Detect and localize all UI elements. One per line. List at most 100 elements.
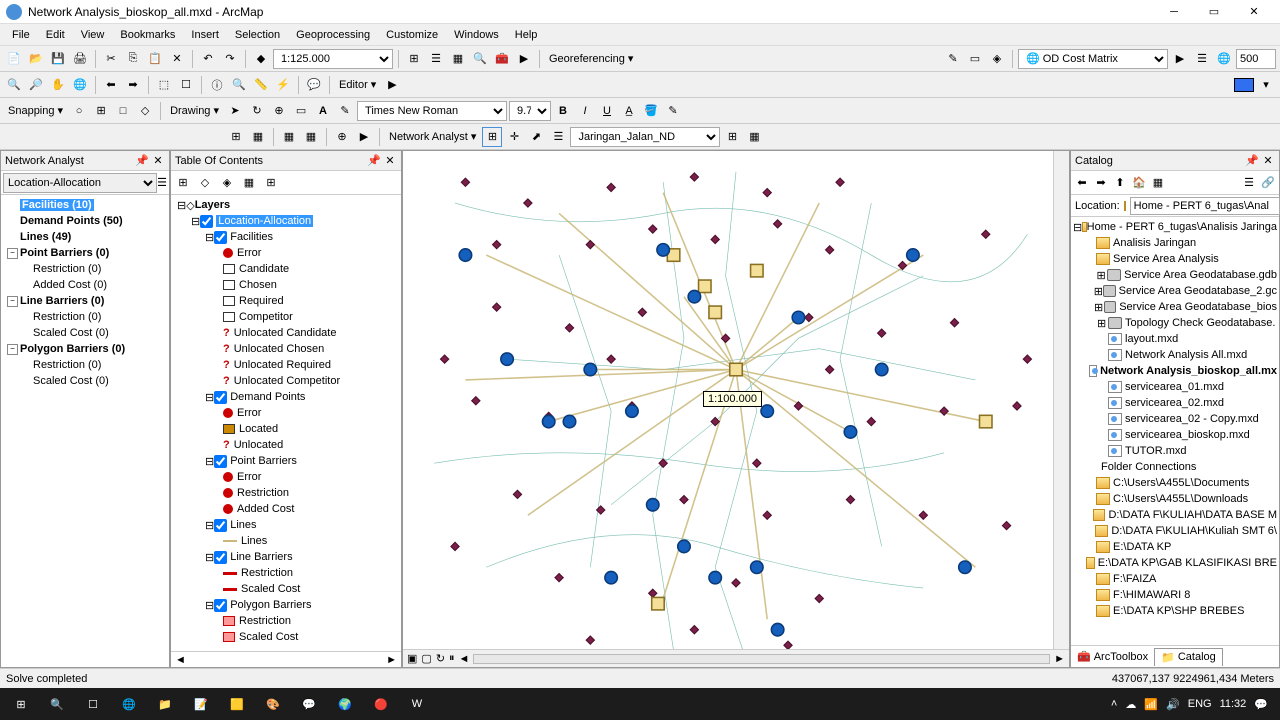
select-tool-icon[interactable]: ▭ bbox=[965, 49, 985, 69]
toc-symbol[interactable]: Error bbox=[173, 405, 399, 421]
toc-symbol[interactable]: Lines bbox=[173, 533, 399, 549]
toc-symbol[interactable]: ?Unlocated Candidate bbox=[173, 325, 399, 341]
na-solve-icon[interactable]: ▶ bbox=[354, 127, 374, 147]
identify-icon[interactable]: ⓘ bbox=[207, 75, 227, 95]
cat-pin-icon[interactable]: 📌 bbox=[1245, 154, 1259, 168]
na-layer-icon[interactable]: ⊞ bbox=[226, 127, 246, 147]
na-create-loc-icon[interactable]: ✛ bbox=[504, 127, 524, 147]
tray-lang[interactable]: ENG bbox=[1188, 698, 1212, 710]
pause-icon[interactable]: ⏸ bbox=[449, 652, 455, 665]
na-layer-combo[interactable]: Location-Allocation bbox=[3, 173, 157, 193]
na-add-icon[interactable]: ⊕ bbox=[332, 127, 352, 147]
editor-label[interactable]: Editor ▾ bbox=[335, 78, 380, 91]
toc-symbol[interactable]: Added Cost bbox=[173, 501, 399, 517]
paint-icon[interactable]: 🎨 bbox=[256, 690, 290, 718]
toc-symbol[interactable]: Scaled Cost bbox=[173, 581, 399, 597]
menu-customize[interactable]: Customize bbox=[378, 27, 446, 43]
menu-bookmarks[interactable]: Bookmarks bbox=[112, 27, 183, 43]
add-data-icon[interactable]: ◆ bbox=[251, 49, 271, 69]
home-icon[interactable]: 🏠 bbox=[1130, 174, 1148, 192]
menu-view[interactable]: View bbox=[73, 27, 113, 43]
snap-edge-icon[interactable]: ◇ bbox=[135, 101, 155, 121]
edit-vertices-icon[interactable]: ✎ bbox=[335, 101, 355, 121]
rectangle-icon[interactable]: ▭ bbox=[291, 101, 311, 121]
pin-icon[interactable]: 📌 bbox=[135, 154, 149, 168]
snap-end-icon[interactable]: ⊞ bbox=[91, 101, 111, 121]
tray-wifi-icon[interactable]: 📶 bbox=[1144, 698, 1158, 711]
na-item[interactable]: −Point Barriers (0) bbox=[3, 245, 167, 261]
globe-icon[interactable]: 🌐 bbox=[1214, 49, 1234, 69]
toggle-icon[interactable]: ▦ bbox=[1149, 174, 1167, 192]
toc-tree[interactable]: ⊟ ◇ Layers⊟Location-Allocation⊟ Faciliti… bbox=[171, 195, 401, 651]
toc-group[interactable]: ⊟ Line Barriers bbox=[173, 549, 399, 565]
na-identify-icon[interactable]: ▦ bbox=[301, 127, 321, 147]
catalog-tree[interactable]: ⊟ Home - PERT 6_tugas\Analisis JaringaAn… bbox=[1071, 217, 1279, 645]
save-icon[interactable]: 💾 bbox=[48, 49, 68, 69]
task-view-icon[interactable]: ☐ bbox=[76, 690, 110, 718]
cat-item[interactable]: E:\DATA KP\GAB KLASIFIKASI BRE bbox=[1073, 555, 1277, 571]
cat-item[interactable]: servicearea_01.mxd bbox=[1073, 379, 1277, 395]
na-subitem[interactable]: Scaled Cost (0) bbox=[3, 373, 167, 389]
od-matrix-combo[interactable]: 🌐 OD Cost Matrix bbox=[1018, 49, 1168, 69]
tray-time[interactable]: 11:32 bbox=[1220, 698, 1247, 710]
map-scrollbar-v[interactable] bbox=[1053, 151, 1069, 649]
record-icon[interactable]: 🔴 bbox=[364, 690, 398, 718]
cat-item[interactable]: C:\Users\A455L\Documents bbox=[1073, 475, 1277, 491]
delete-icon[interactable]: ✕ bbox=[167, 49, 187, 69]
italic-icon[interactable]: I bbox=[575, 101, 595, 121]
cat-item[interactable]: layout.mxd bbox=[1073, 331, 1277, 347]
toc-group[interactable]: ⊟ Facilities bbox=[173, 229, 399, 245]
cat-item[interactable]: ⊞Topology Check Geodatabase. bbox=[1073, 315, 1277, 331]
edit-arrow-icon[interactable]: ▶ bbox=[382, 75, 402, 95]
menu-edit[interactable]: Edit bbox=[38, 27, 73, 43]
net-analyst-label[interactable]: Network Analyst ▾ bbox=[385, 130, 480, 143]
na-item[interactable]: −Line Barriers (0) bbox=[3, 293, 167, 309]
cat-close-icon[interactable]: ✕ bbox=[1261, 154, 1275, 168]
explorer-icon[interactable]: 📁 bbox=[148, 690, 182, 718]
list-by-source-icon[interactable]: ◇ bbox=[195, 173, 215, 193]
list-by-drawing-icon[interactable]: ⊞ bbox=[173, 173, 193, 193]
toc-symbol[interactable]: ?Unlocated Competitor bbox=[173, 373, 399, 389]
more-tools-icon[interactable]: ▾ bbox=[1256, 75, 1276, 95]
cat-item[interactable]: ⊞Service Area Geodatabase.gdb bbox=[1073, 267, 1277, 283]
arcmap-taskbar-icon[interactable]: 🌍 bbox=[328, 690, 362, 718]
catalog-tab[interactable]: 📁Catalog bbox=[1154, 648, 1223, 666]
zoom-in-icon[interactable]: 🔍 bbox=[4, 75, 24, 95]
minimize-button[interactable]: ─ bbox=[1154, 0, 1194, 24]
forward-icon[interactable]: ➡ bbox=[1092, 174, 1110, 192]
cat-item[interactable]: Analisis Jaringan bbox=[1073, 235, 1277, 251]
toc-symbol[interactable]: Restriction bbox=[173, 613, 399, 629]
na-item[interactable]: Facilities (10) bbox=[3, 197, 167, 213]
toc-loc-alloc[interactable]: ⊟Location-Allocation bbox=[173, 213, 399, 229]
close-button[interactable]: ✕ bbox=[1234, 0, 1274, 24]
snapping-label[interactable]: Snapping ▾ bbox=[4, 104, 67, 117]
fill-color-icon[interactable]: 🪣 bbox=[641, 101, 661, 121]
na-attr-icon[interactable]: ▦ bbox=[248, 127, 268, 147]
cat-item[interactable]: Folder Connections bbox=[1073, 459, 1277, 475]
cat-item[interactable]: servicearea_bioskop.mxd bbox=[1073, 427, 1277, 443]
toc-symbol[interactable]: ?Unlocated Required bbox=[173, 357, 399, 373]
toc-layers[interactable]: ⊟ ◇ Layers bbox=[173, 197, 399, 213]
select-element-icon[interactable]: ➤ bbox=[225, 101, 245, 121]
map-view[interactable]: 1:100.000 ▣ ▢ ↻ ⏸ ◄► bbox=[402, 150, 1070, 668]
list-by-visibility-icon[interactable]: ◈ bbox=[217, 173, 237, 193]
toc-symbol[interactable]: ?Unlocated bbox=[173, 437, 399, 453]
cat-item[interactable]: F:\HIMAWARI 8 bbox=[1073, 587, 1277, 603]
search-icon[interactable]: 🔍 bbox=[470, 49, 490, 69]
na-subitem[interactable]: Restriction (0) bbox=[3, 261, 167, 277]
cat-item[interactable]: C:\Users\A455L\Downloads bbox=[1073, 491, 1277, 507]
na-build2-icon[interactable]: ▦ bbox=[744, 127, 764, 147]
maximize-button[interactable]: ▭ bbox=[1194, 0, 1234, 24]
toc-group[interactable]: ⊟ Polygon Barriers bbox=[173, 597, 399, 613]
toc-symbol[interactable]: Restriction bbox=[173, 565, 399, 581]
cat-item[interactable]: TUTOR.mxd bbox=[1073, 443, 1277, 459]
location-field[interactable] bbox=[1130, 197, 1280, 215]
na-props-icon[interactable]: ⊞ bbox=[722, 127, 742, 147]
catalog-icon[interactable]: ▦ bbox=[448, 49, 468, 69]
na-subitem[interactable]: Restriction (0) bbox=[3, 357, 167, 373]
line-color-icon[interactable]: ✎ bbox=[663, 101, 683, 121]
open-icon[interactable]: 📂 bbox=[26, 49, 46, 69]
close-panel-icon[interactable]: ✕ bbox=[151, 154, 165, 168]
menu-geoprocessing[interactable]: Geoprocessing bbox=[288, 27, 378, 43]
toc-symbol[interactable]: Chosen bbox=[173, 277, 399, 293]
